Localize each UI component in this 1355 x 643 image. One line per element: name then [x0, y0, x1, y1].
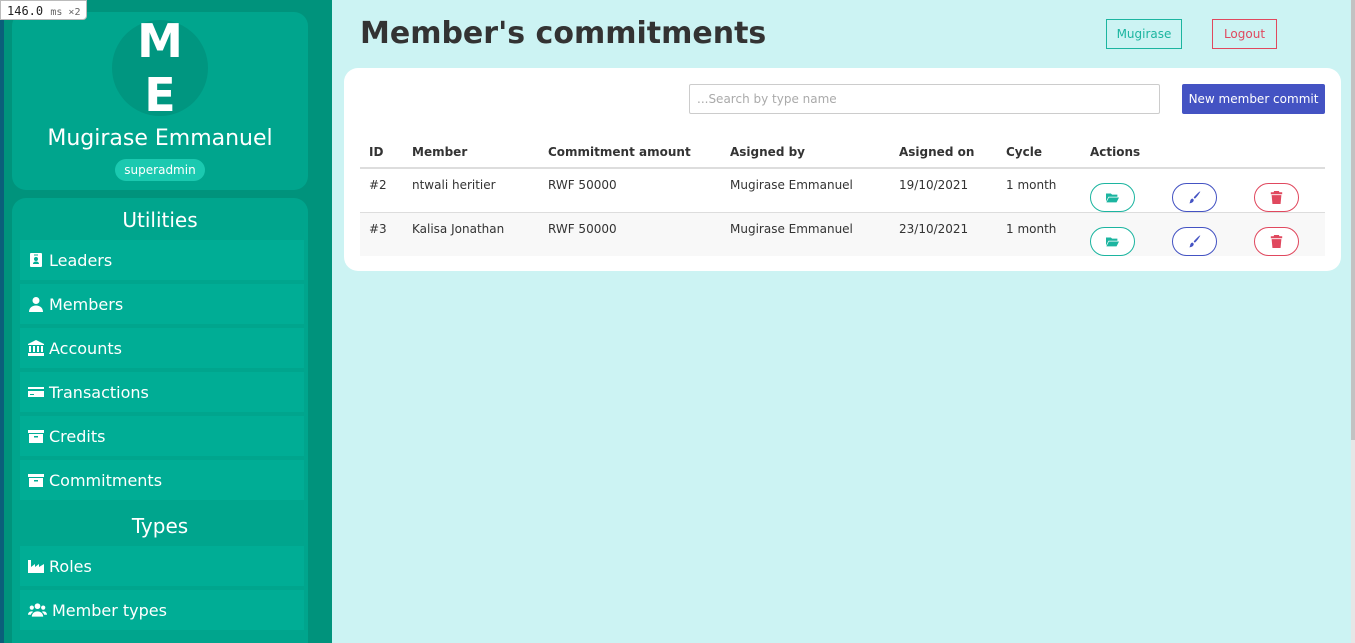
archive-icon — [28, 474, 44, 487]
sidebar-item-commitments[interactable]: Commitments — [20, 460, 304, 500]
column-header-assigned-on: Asigned on — [890, 136, 997, 169]
delete-button[interactable] — [1254, 227, 1299, 256]
page-scrollbar[interactable] — [1351, 0, 1355, 643]
table-row: #2 ntwali heritier RWF 50000 Mugirase Em… — [360, 168, 1325, 213]
sidebar-item-label: Roles — [49, 556, 92, 576]
folder-open-icon — [1106, 193, 1119, 203]
main-content: Member's commitments Mugirase Logout New… — [332, 0, 1355, 643]
sidebar-item-label: Credits — [49, 426, 106, 446]
trash-icon — [1270, 191, 1283, 204]
sidebar-item-member-types[interactable]: Member types — [20, 590, 304, 630]
view-button[interactable] — [1090, 183, 1135, 212]
cell-assigned-by: Mugirase Emmanuel — [721, 168, 890, 213]
cell-assigned-on: 23/10/2021 — [890, 212, 997, 256]
profile-name: Mugirase Emmanuel — [47, 126, 273, 151]
column-header-id: ID — [360, 136, 403, 169]
perf-overlay: 146.0 ms ×2 — [0, 0, 88, 20]
cell-amount: RWF 50000 — [539, 212, 721, 256]
commitments-table: ID Member Commitment amount Asigned by A… — [360, 136, 1325, 256]
column-header-cycle: Cycle — [997, 136, 1081, 169]
sidebar-item-label: Leaders — [49, 250, 113, 270]
sidebar-item-label: Transactions — [49, 382, 149, 402]
sidebar-item-members[interactable]: Members — [20, 284, 304, 324]
avatar: M E — [112, 14, 208, 122]
new-member-commit-button[interactable]: New member commit — [1182, 84, 1325, 114]
id-badge-icon — [30, 253, 42, 267]
sidebar-menu: Utilities Leaders Members Accounts Trans… — [12, 198, 308, 643]
cell-member: Kalisa Jonathan — [403, 212, 539, 256]
sidebar-item-leaders[interactable]: Leaders — [20, 240, 304, 280]
perf-unit: ms ×2 — [50, 7, 81, 18]
commitments-card: New member commit ID Member Commitment a… — [344, 68, 1341, 271]
cell-member: ntwali heritier — [403, 168, 539, 213]
cell-id: #2 — [360, 168, 403, 213]
folder-open-icon — [1106, 237, 1119, 247]
perf-value: 146.0 — [7, 4, 44, 18]
sidebar-item-credits[interactable]: Credits — [20, 416, 304, 456]
sidebar-item-label: Members — [49, 294, 124, 314]
cell-amount: RWF 50000 — [539, 168, 721, 213]
table-row: #3 Kalisa Jonathan RWF 50000 Mugirase Em… — [360, 212, 1325, 256]
sidebar: M E Mugirase Emmanuel superadmin Utiliti… — [0, 0, 332, 643]
sidebar-item-transactions[interactable]: Transactions — [20, 372, 304, 412]
credit-card-icon — [28, 387, 44, 397]
cell-assigned-on: 19/10/2021 — [890, 168, 997, 213]
cell-assigned-by: Mugirase Emmanuel — [721, 212, 890, 256]
sidebar-item-accounts[interactable]: Accounts — [20, 328, 304, 368]
sidebar-item-label: Member types — [52, 600, 167, 620]
trash-icon — [1270, 235, 1283, 248]
section-title-types: Types — [131, 514, 189, 538]
column-header-assigned-by: Asigned by — [721, 136, 890, 169]
edit-button[interactable] — [1172, 183, 1217, 212]
column-header-amount: Commitment amount — [539, 136, 721, 169]
logout-button[interactable]: Logout — [1212, 19, 1277, 49]
scrollbar-thumb[interactable] — [1351, 0, 1355, 440]
view-button[interactable] — [1090, 227, 1135, 256]
section-title-utilities: Utilities — [122, 208, 198, 232]
profile-card: M E Mugirase Emmanuel superadmin — [12, 12, 308, 190]
sidebar-item-label: Accounts — [49, 338, 122, 358]
table-header-row: ID Member Commitment amount Asigned by A… — [360, 136, 1325, 169]
column-header-actions: Actions — [1081, 136, 1325, 169]
role-badge: superadmin — [115, 159, 205, 181]
users-icon — [28, 603, 47, 617]
cell-id: #3 — [360, 212, 403, 256]
delete-button[interactable] — [1254, 183, 1299, 212]
page-title: Member's commitments — [360, 16, 767, 51]
user-icon — [29, 297, 43, 312]
search-input[interactable] — [689, 84, 1160, 114]
industry-icon — [28, 560, 44, 573]
paint-brush-icon — [1189, 235, 1201, 248]
cell-actions — [1081, 168, 1325, 213]
sidebar-item-label: Commitments — [49, 470, 163, 490]
cell-cycle: 1 month — [997, 212, 1081, 256]
paint-brush-icon — [1189, 191, 1201, 204]
edit-button[interactable] — [1172, 227, 1217, 256]
bank-icon — [28, 340, 44, 356]
cell-actions — [1081, 212, 1325, 256]
sidebar-item-roles[interactable]: Roles — [20, 546, 304, 586]
column-header-member: Member — [403, 136, 539, 169]
user-button[interactable]: Mugirase — [1106, 19, 1182, 49]
cell-cycle: 1 month — [997, 168, 1081, 213]
archive-icon — [28, 430, 44, 443]
